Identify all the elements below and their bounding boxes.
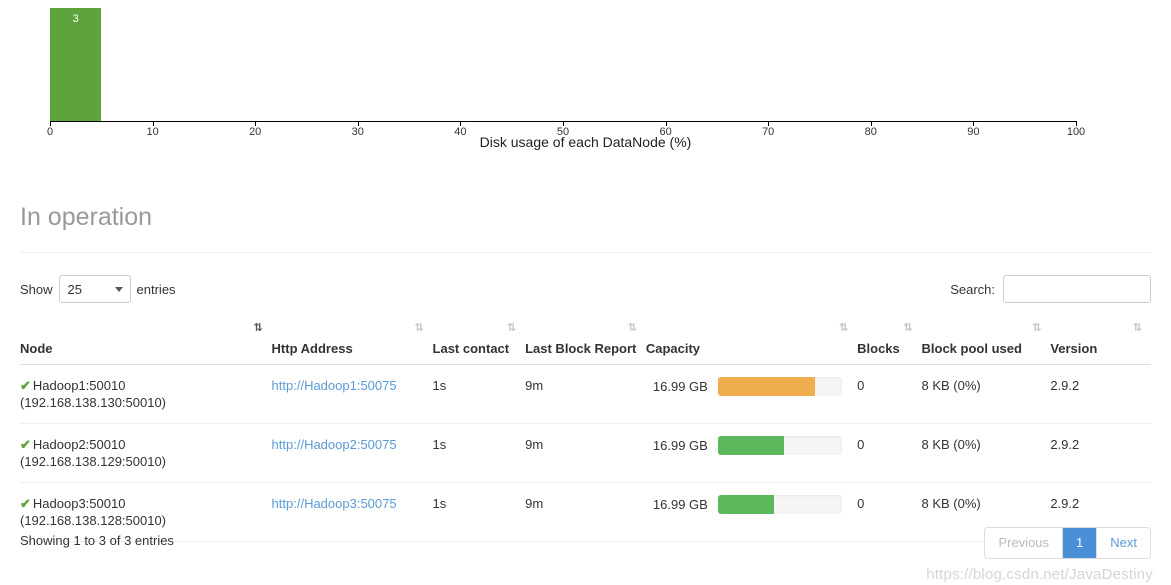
cell-http-address: http://Hadoop3:50075 (271, 482, 433, 542)
column-header-version[interactable]: Version ⇅ (1050, 316, 1151, 365)
watermark: https://blog.csdn.net/JavaDestiny (926, 566, 1153, 583)
node-address: (192.168.138.130:50010) (20, 394, 167, 410)
table-body: ✔ Hadoop1:50010 (192.168.138.130:50010) htt… (20, 364, 1151, 542)
column-header-label: Last contact (432, 340, 510, 356)
cell-last-contact: 1s (432, 482, 526, 542)
cell-node: ✔ Hadoop2:50010 (192.168.138.129:50010) (20, 423, 272, 483)
table-header-row: Node ⇅ Http Address ⇅ Last contact ⇅ Last Bloc… (20, 316, 1151, 365)
cell-node: ✔ Hadoop1:50010 (192.168.138.130:50010) (20, 364, 272, 424)
capacity-text: 16.99 GB (652, 437, 708, 453)
capacity-progress-fill (717, 435, 784, 455)
capacity-text: 16.99 GB (652, 378, 708, 394)
pagination: Previous 1 Next (984, 527, 1151, 559)
column-header-label: Last Block Report (525, 340, 637, 356)
check-icon: ✔ (20, 377, 31, 393)
capacity-progress (717, 376, 842, 396)
column-header-label: Capacity (645, 340, 701, 356)
sort-both-icon: ⇅ (506, 321, 516, 334)
cell-http-address: http://Hadoop2:50075 (271, 423, 433, 483)
cell-blocks: 0 (857, 423, 922, 483)
http-address-link[interactable]: http://Hadoop3:50075 (272, 496, 397, 511)
capacity-text: 16.99 GB (652, 496, 708, 512)
table-info: Showing 1 to 3 of 3 entries (20, 533, 174, 548)
http-address-link[interactable]: http://Hadoop2:50075 (272, 437, 397, 452)
cell-capacity: 16.99 GB (645, 482, 858, 542)
cell-blocks: 0 (857, 482, 922, 542)
column-header-label: Node (20, 340, 53, 356)
cell-last-contact: 1s (432, 364, 526, 424)
page-length-value: 25 (67, 281, 82, 297)
histogram-bar-value: 3 (72, 13, 79, 25)
check-icon: ✔ (20, 436, 31, 452)
pagination-previous[interactable]: Previous (985, 528, 1064, 558)
section-divider (20, 252, 1151, 253)
cell-blocks: 0 (857, 364, 922, 424)
node-name: Hadoop3:50010 (32, 495, 126, 511)
disk-usage-histogram: 3 0 10 20 30 40 50 60 70 80 90 100 Disk usage of e… (0, 0, 1171, 160)
cell-block-pool-used: 8 KB (0%) (921, 364, 1051, 424)
column-header-capacity[interactable]: Capacity ⇅ (645, 316, 858, 365)
capacity-progress (717, 494, 842, 514)
column-header-last-contact[interactable]: Last contact ⇅ (432, 316, 526, 365)
entries-label: entries (136, 281, 176, 297)
node-address: (192.168.138.129:50010) (20, 453, 167, 469)
capacity-progress-fill (717, 494, 774, 514)
column-header-block-pool-used[interactable]: Block pool used ⇅ (921, 316, 1051, 365)
http-address-link[interactable]: http://Hadoop1:50075 (272, 378, 397, 393)
cell-last-block-report: 9m (525, 482, 646, 542)
column-header-last-block-report[interactable]: Last Block Report ⇅ (525, 316, 646, 365)
sort-both-icon: ⇅ (1032, 321, 1041, 334)
column-header-http-address[interactable]: Http Address ⇅ (271, 316, 433, 365)
table-row: ✔ Hadoop3:50010 (192.168.138.128:50010) htt… (20, 482, 1151, 542)
cell-version: 2.9.2 (1050, 364, 1151, 424)
column-header-label: Blocks (857, 340, 900, 356)
column-header-label: Http Address (271, 340, 353, 356)
table-row: ✔ Hadoop2:50010 (192.168.138.129:50010) htt… (20, 423, 1151, 483)
sort-desc-icon: ⇅ (253, 321, 262, 334)
node-name: Hadoop2:50010 (32, 436, 126, 452)
cell-version: 2.9.2 (1050, 423, 1151, 483)
column-header-label: Version (1050, 340, 1098, 356)
capacity-progress (717, 435, 842, 455)
cell-last-block-report: 9m (525, 423, 646, 483)
cell-last-block-report: 9m (525, 364, 646, 424)
search-control: Search: (950, 275, 1151, 303)
sort-both-icon: ⇅ (1132, 321, 1142, 334)
table-row: ✔ Hadoop1:50010 (192.168.138.130:50010) htt… (20, 364, 1151, 424)
search-label: Search: (950, 281, 995, 297)
histogram-bar[interactable]: 3 (50, 8, 102, 121)
node-address: (192.168.138.128:50010) (20, 512, 167, 528)
column-header-blocks[interactable]: Blocks ⇅ (857, 316, 922, 365)
table-header: Node ⇅ Http Address ⇅ Last contact ⇅ Last Bloc… (20, 316, 1151, 365)
sort-both-icon: ⇅ (414, 321, 423, 334)
pagination-page-1[interactable]: 1 (1063, 528, 1098, 558)
column-header-node[interactable]: Node ⇅ (20, 316, 272, 365)
sort-both-icon: ⇅ (838, 321, 848, 334)
datanode-page: 3 0 10 20 30 40 50 60 70 80 90 100 Disk usage of e… (0, 0, 1171, 585)
show-label: Show (20, 281, 53, 297)
capacity-progress-fill (717, 376, 815, 396)
sort-both-icon: ⇅ (903, 321, 912, 334)
sort-both-icon: ⇅ (627, 321, 637, 334)
x-axis-title: Disk usage of each DataNode (%) (479, 134, 692, 150)
entries-length-control: Show 25 entries (20, 275, 176, 303)
chevron-down-icon (114, 287, 123, 292)
page-length-select[interactable]: 25 (58, 275, 131, 303)
cell-block-pool-used: 8 KB (0%) (921, 423, 1051, 483)
check-icon: ✔ (20, 495, 31, 511)
node-name: Hadoop1:50010 (32, 377, 126, 393)
cell-capacity: 16.99 GB (645, 423, 858, 483)
cell-http-address: http://Hadoop1:50075 (271, 364, 433, 424)
page-title: In operation (20, 203, 153, 231)
pagination-next[interactable]: Next (1097, 528, 1150, 558)
column-header-label: Block pool used (921, 340, 1022, 356)
chart-plot-area: 3 (50, 8, 1076, 121)
cell-capacity: 16.99 GB (645, 364, 858, 424)
datanodes-table: Node ⇅ Http Address ⇅ Last contact ⇅ Last Bloc… (20, 316, 1151, 542)
cell-last-contact: 1s (432, 423, 526, 483)
search-input[interactable] (1003, 275, 1151, 303)
